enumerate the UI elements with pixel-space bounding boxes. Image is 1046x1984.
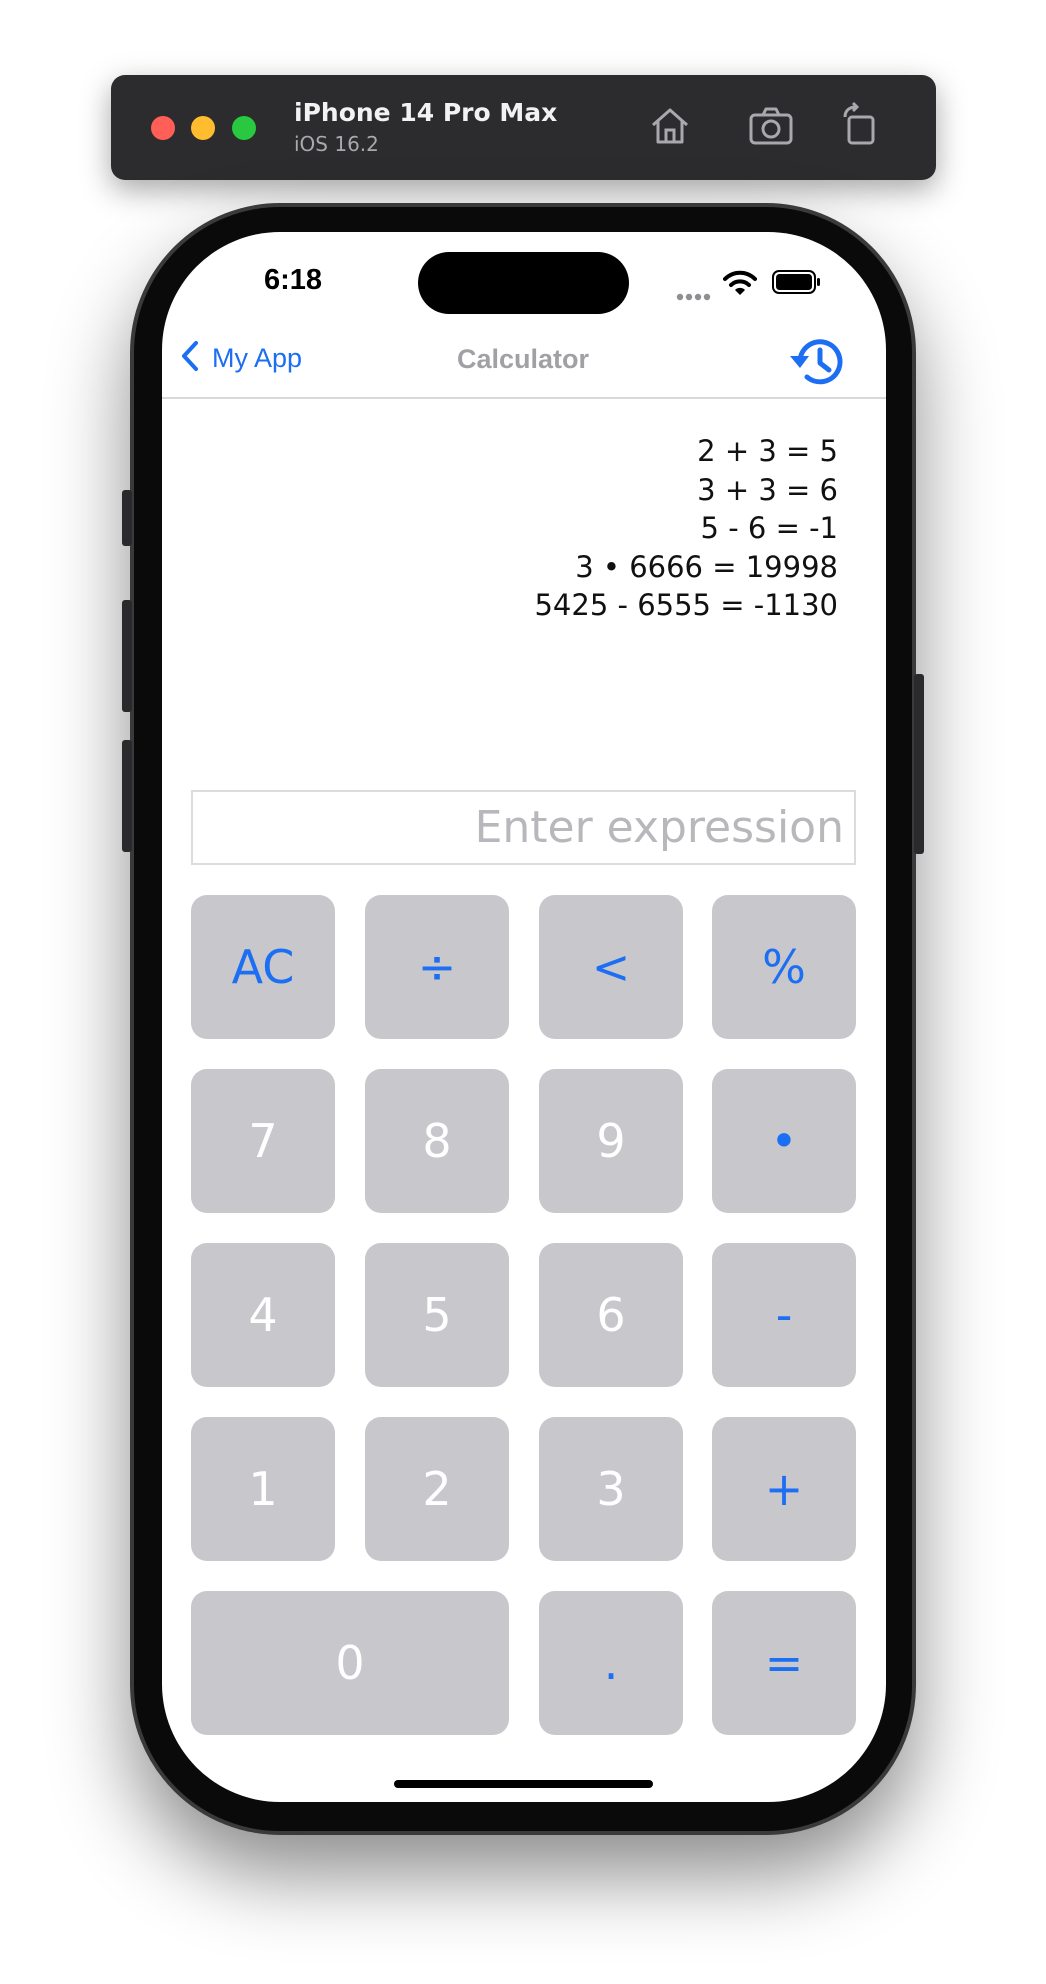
multiply-button[interactable]: • (712, 1069, 856, 1213)
digit-2-button[interactable]: 2 (365, 1417, 509, 1561)
nav-divider (162, 397, 886, 399)
history-item: 3 + 3 = 6 (697, 472, 838, 507)
battery-icon (772, 270, 822, 298)
power-button (914, 674, 924, 854)
digit-0-button[interactable]: 0 (191, 1591, 509, 1735)
cellular-signal-icon (676, 286, 712, 305)
history-list: 2 + 3 = 5 3 + 3 = 6 5 - 6 = -1 3 • 6666 … (534, 432, 838, 625)
digit-5-button[interactable]: 5 (365, 1243, 509, 1387)
expression-input[interactable] (191, 790, 856, 865)
screenshot-icon[interactable] (746, 101, 796, 151)
plus-button[interactable]: + (712, 1417, 856, 1561)
volume-down-button (122, 740, 132, 852)
zoom-window-button[interactable] (232, 116, 256, 140)
history-item: 5425 - 6555 = -1130 (534, 588, 838, 622)
device-name: iPhone 14 Pro Max (294, 98, 558, 127)
minus-button[interactable]: - (712, 1243, 856, 1387)
volume-up-button (122, 600, 132, 712)
wifi-icon (723, 270, 757, 300)
digit-4-button[interactable]: 4 (191, 1243, 335, 1387)
history-item: 5 - 6 = -1 (700, 511, 838, 545)
os-version: iOS 16.2 (294, 132, 379, 156)
digit-1-button[interactable]: 1 (191, 1417, 335, 1561)
close-window-button[interactable] (151, 116, 175, 140)
rotate-icon[interactable] (837, 101, 887, 151)
digit-7-button[interactable]: 7 (191, 1069, 335, 1213)
all-clear-button[interactable]: AC (191, 895, 335, 1039)
digit-6-button[interactable]: 6 (539, 1243, 683, 1387)
status-time: 6:18 (264, 264, 323, 296)
digit-9-button[interactable]: 9 (539, 1069, 683, 1213)
page-title: Calculator (456, 344, 590, 374)
history-item: 3 • 6666 = 19998 (575, 549, 838, 584)
minimize-window-button[interactable] (191, 116, 215, 140)
percent-button[interactable]: % (712, 895, 856, 1039)
home-icon[interactable] (645, 101, 695, 151)
equals-button[interactable]: = (712, 1591, 856, 1735)
digit-8-button[interactable]: 8 (365, 1069, 509, 1213)
history-item: 2 + 3 = 5 (697, 434, 838, 468)
history-icon[interactable] (788, 334, 848, 394)
divide-button[interactable]: ÷ (365, 895, 509, 1039)
decimal-point-button[interactable]: . (539, 1591, 683, 1735)
dynamic-island (418, 252, 629, 314)
digit-3-button[interactable]: 3 (539, 1417, 683, 1561)
silent-switch (122, 490, 132, 546)
backspace-button[interactable]: < (539, 895, 683, 1039)
home-indicator[interactable] (394, 1780, 653, 1788)
